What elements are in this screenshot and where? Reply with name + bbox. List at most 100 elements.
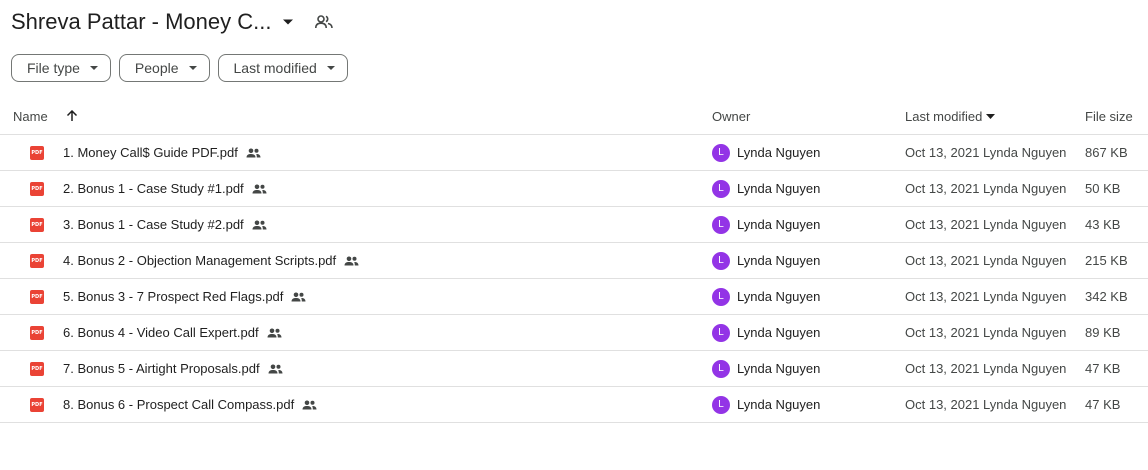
pdf-badge: PDF: [30, 289, 44, 304]
caret-down-icon: [986, 113, 996, 119]
table-row[interactable]: PDF 8. Bonus 6 - Prospect Call Compass.p…: [0, 387, 1148, 423]
avatar: L: [712, 287, 730, 306]
shared-people-icon: [246, 148, 261, 158]
pdf-badge: PDF: [30, 361, 44, 376]
last-modified-cell: Oct 13, 2021 Lynda Nguyen: [905, 181, 1067, 196]
avatar: L: [712, 251, 730, 270]
owner-cell: L Lynda Nguyen: [712, 351, 820, 386]
arrow-up-icon[interactable]: [66, 98, 78, 134]
caret-down-icon: [188, 66, 197, 70]
last-modified-filter-label: Last modified: [233, 60, 317, 76]
pdf-icon: PDF: [30, 279, 44, 314]
file-name-cell[interactable]: 3. Bonus 1 - Case Study #2.pdf: [63, 207, 267, 242]
avatar: L: [712, 179, 730, 198]
shared-people-icon: [252, 220, 267, 230]
avatar: L: [712, 323, 730, 342]
pdf-icon: PDF: [30, 171, 44, 206]
pdf-icon: PDF: [30, 135, 44, 170]
pdf-icon: PDF: [30, 243, 44, 278]
pdf-icon: PDF: [30, 387, 44, 422]
file-size-cell: 215 KB: [1085, 253, 1128, 268]
table-row[interactable]: PDF 4. Bonus 2 - Objection Management Sc…: [0, 243, 1148, 279]
file-name-cell[interactable]: 4. Bonus 2 - Objection Management Script…: [63, 243, 359, 278]
owner-cell: L Lynda Nguyen: [712, 171, 820, 206]
pdf-icon: PDF: [30, 315, 44, 350]
table-row[interactable]: PDF 6. Bonus 4 - Video Call Expert.pdf L…: [0, 315, 1148, 351]
owner-name: Lynda Nguyen: [737, 397, 821, 412]
caret-down-icon: [326, 66, 335, 70]
file-name-cell[interactable]: 2. Bonus 1 - Case Study #1.pdf: [63, 171, 267, 206]
pdf-badge: PDF: [30, 217, 44, 232]
pdf-icon: PDF: [30, 207, 44, 242]
column-header-last-modified[interactable]: Last modified: [905, 98, 996, 134]
file-size-cell: 47 KB: [1085, 361, 1121, 376]
shared-people-icon: [302, 400, 317, 410]
owner-name: Lynda Nguyen: [737, 217, 821, 232]
table-row[interactable]: PDF 2. Bonus 1 - Case Study #1.pdf L Lyn…: [0, 171, 1148, 207]
last-modified-cell: Oct 13, 2021 Lynda Nguyen: [905, 397, 1067, 412]
folder-header: Shreva Pattar - Money C...: [11, 6, 337, 38]
file-name: 3. Bonus 1 - Case Study #2.pdf: [63, 217, 244, 232]
pdf-badge: PDF: [30, 325, 44, 340]
pdf-badge: PDF: [30, 253, 44, 268]
file-name-cell[interactable]: 5. Bonus 3 - 7 Prospect Red Flags.pdf: [63, 279, 306, 314]
owner-cell: L Lynda Nguyen: [712, 279, 820, 314]
pdf-badge: PDF: [30, 397, 44, 412]
filter-chips: File type People Last modified: [11, 54, 348, 82]
file-size-cell: 43 KB: [1085, 217, 1121, 232]
file-name-cell[interactable]: 7. Bonus 5 - Airtight Proposals.pdf: [63, 351, 283, 386]
file-name-cell[interactable]: 1. Money Call$ Guide PDF.pdf: [63, 135, 261, 170]
column-header-owner[interactable]: Owner: [712, 98, 750, 134]
avatar: L: [712, 143, 730, 162]
caret-down-icon[interactable]: [275, 9, 301, 35]
shared-people-icon: [344, 256, 359, 266]
file-name: 1. Money Call$ Guide PDF.pdf: [63, 145, 238, 160]
table-row[interactable]: PDF 1. Money Call$ Guide PDF.pdf L Lynda…: [0, 135, 1148, 171]
file-name: 2. Bonus 1 - Case Study #1.pdf: [63, 181, 244, 196]
shared-people-icon: [252, 184, 267, 194]
owner-name: Lynda Nguyen: [737, 145, 821, 160]
file-size-cell: 342 KB: [1085, 289, 1128, 304]
file-type-filter[interactable]: File type: [11, 54, 111, 82]
owner-name: Lynda Nguyen: [737, 253, 821, 268]
shared-people-icon: [291, 292, 306, 302]
table-header: Name Owner Last modified File size: [0, 98, 1148, 135]
file-name-cell[interactable]: 8. Bonus 6 - Prospect Call Compass.pdf: [63, 387, 317, 422]
file-table: Name Owner Last modified File size PDF 1…: [0, 98, 1148, 423]
last-modified-cell: Oct 13, 2021 Lynda Nguyen: [905, 217, 1067, 232]
column-header-last-modified-label: Last modified: [905, 108, 983, 124]
file-name: 5. Bonus 3 - 7 Prospect Red Flags.pdf: [63, 289, 284, 304]
file-name: 7. Bonus 5 - Airtight Proposals.pdf: [63, 361, 260, 376]
file-size-cell: 867 KB: [1085, 145, 1128, 160]
people-filter-label: People: [134, 60, 179, 76]
last-modified-filter[interactable]: Last modified: [217, 54, 348, 82]
last-modified-cell: Oct 13, 2021 Lynda Nguyen: [905, 289, 1067, 304]
drive-folder-view: Shreva Pattar - Money C... File type Peo…: [0, 0, 1148, 470]
file-name: 8. Bonus 6 - Prospect Call Compass.pdf: [63, 397, 295, 412]
owner-cell: L Lynda Nguyen: [712, 207, 820, 242]
owner-cell: L Lynda Nguyen: [712, 243, 820, 278]
avatar: L: [712, 359, 730, 378]
file-name: 4. Bonus 2 - Objection Management Script…: [63, 253, 337, 268]
table-row[interactable]: PDF 7. Bonus 5 - Airtight Proposals.pdf …: [0, 351, 1148, 387]
table-body: PDF 1. Money Call$ Guide PDF.pdf L Lynda…: [0, 135, 1148, 423]
people-filter[interactable]: People: [118, 54, 210, 82]
owner-name: Lynda Nguyen: [737, 325, 821, 340]
column-header-file-size[interactable]: File size: [1085, 98, 1133, 134]
pdf-badge: PDF: [30, 145, 44, 160]
table-row[interactable]: PDF 5. Bonus 3 - 7 Prospect Red Flags.pd…: [0, 279, 1148, 315]
shared-people-icon: [267, 328, 282, 338]
table-row[interactable]: PDF 3. Bonus 1 - Case Study #2.pdf L Lyn…: [0, 207, 1148, 243]
folder-title[interactable]: Shreva Pattar - Money C...: [11, 9, 271, 35]
owner-name: Lynda Nguyen: [737, 289, 821, 304]
last-modified-cell: Oct 13, 2021 Lynda Nguyen: [905, 325, 1067, 340]
column-header-name[interactable]: Name: [13, 98, 48, 134]
file-name: 6. Bonus 4 - Video Call Expert.pdf: [63, 325, 259, 340]
file-type-filter-label: File type: [27, 60, 80, 76]
caret-down-icon: [89, 66, 98, 70]
file-name-cell[interactable]: 6. Bonus 4 - Video Call Expert.pdf: [63, 315, 282, 350]
file-size-cell: 47 KB: [1085, 397, 1121, 412]
file-size-cell: 50 KB: [1085, 181, 1121, 196]
pdf-icon: PDF: [30, 351, 44, 386]
people-icon[interactable]: [311, 9, 337, 35]
